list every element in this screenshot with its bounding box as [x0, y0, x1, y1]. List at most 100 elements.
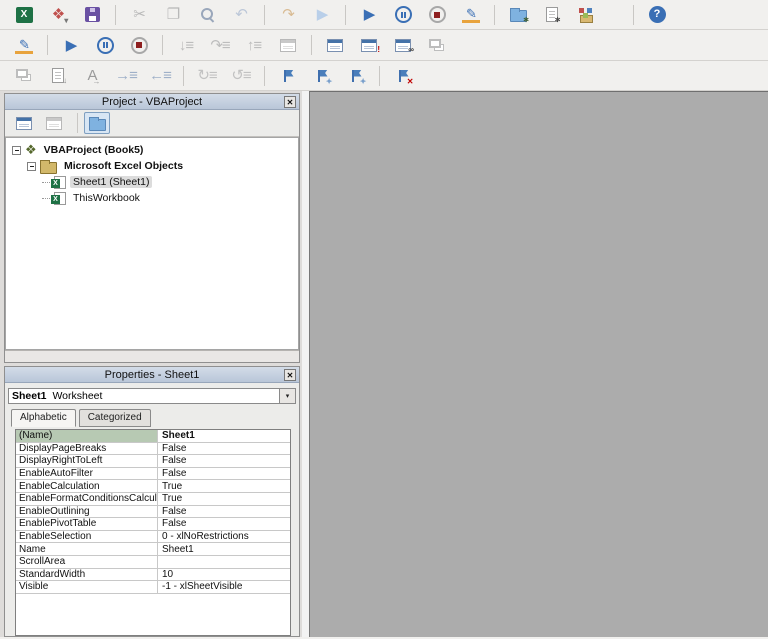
- property-value[interactable]: False: [158, 518, 290, 529]
- edit-toolbar: ↓ A → →≡ ←≡ ↻≡ ↺≡ ✦ ✦ ✕: [0, 61, 768, 91]
- tab-categorized[interactable]: Categorized: [78, 409, 151, 427]
- tree-expander-icon[interactable]: [27, 161, 36, 171]
- properties-window-button[interactable]: ∗: [539, 3, 565, 27]
- view-excel-icon: X: [15, 6, 33, 23]
- property-name: DisplayRightToLeft: [16, 455, 158, 467]
- step-out-button: ↑≡: [241, 33, 267, 57]
- property-name: EnableOutlining: [16, 505, 158, 518]
- property-name: (Name): [16, 430, 158, 442]
- dock-resize-gap[interactable]: [302, 91, 309, 637]
- property-row[interactable]: (Name) Sheet1: [16, 430, 290, 443]
- next-bookmark-button[interactable]: ✦: [309, 64, 335, 88]
- property-name: EnableCalculation: [16, 480, 158, 492]
- view-code-icon: [16, 116, 32, 130]
- step-into-button: ↓≡: [173, 33, 199, 57]
- project-explorer-button[interactable]: ∗: [505, 3, 531, 27]
- outdent-icon: ←≡: [149, 67, 172, 84]
- property-row[interactable]: EnableOutlining False: [16, 505, 290, 519]
- previous-bookmark-button[interactable]: ✦: [343, 64, 369, 88]
- watch-window-button[interactable]: ∞: [390, 33, 416, 57]
- property-name: EnablePivotTable: [16, 518, 158, 530]
- property-value[interactable]: 10: [158, 569, 290, 580]
- close-icon[interactable]: ✕: [284, 369, 296, 381]
- tree-item[interactable]: ThisWorkbook: [6, 190, 298, 206]
- close-icon[interactable]: ✕: [284, 96, 296, 108]
- break-button[interactable]: [390, 3, 416, 27]
- project-explorer-icon: ∗: [509, 8, 530, 24]
- design-mode-button[interactable]: ✎: [11, 33, 37, 57]
- property-value[interactable]: False: [158, 468, 290, 479]
- worksheet-icon: [51, 175, 66, 189]
- property-row[interactable]: Name Sheet1: [16, 543, 290, 556]
- tree-item[interactable]: Sheet1 (Sheet1): [6, 174, 298, 190]
- property-row[interactable]: EnablePivotTable False: [16, 518, 290, 531]
- property-row[interactable]: DisplayPageBreaks False: [16, 442, 290, 456]
- call-stack-button: [275, 33, 301, 57]
- help-button[interactable]: ?: [644, 3, 670, 27]
- property-value[interactable]: False: [158, 443, 290, 454]
- view-object-button[interactable]: [41, 112, 67, 134]
- property-value[interactable]: True: [158, 493, 290, 504]
- list-constants-icon: ↓: [52, 68, 67, 85]
- design-mode-button[interactable]: ✎: [458, 3, 484, 27]
- property-value[interactable]: -1 - xlSheetVisible: [158, 581, 290, 592]
- chevron-down-icon[interactable]: ▾: [279, 389, 295, 403]
- run-button[interactable]: ▶: [58, 33, 84, 57]
- property-row[interactable]: EnableCalculation True: [16, 480, 290, 493]
- design-mode-icon: ✎: [462, 6, 480, 23]
- break-button[interactable]: [92, 33, 118, 57]
- property-row[interactable]: ScrollArea: [16, 555, 290, 569]
- view-excel-button[interactable]: X: [11, 3, 37, 27]
- tab-alphabetic[interactable]: Alphabetic: [11, 409, 76, 427]
- properties-panel-titlebar[interactable]: Properties - Sheet1 ✕: [5, 367, 299, 383]
- property-row[interactable]: EnableAutoFilter False: [16, 467, 290, 481]
- property-name: StandardWidth: [16, 568, 158, 581]
- tree-expander-icon[interactable]: [12, 145, 21, 155]
- break-icon: [394, 6, 412, 23]
- reset-button[interactable]: [126, 33, 152, 57]
- toolbar-separator: [47, 35, 48, 55]
- property-value[interactable]: 0 - xlNoRestrictions: [158, 531, 290, 542]
- property-value[interactable]: True: [158, 481, 290, 492]
- uncomment-block-icon: ↺≡: [231, 67, 251, 84]
- list-properties-button: [11, 64, 37, 88]
- toggle-bookmark-button[interactable]: [275, 64, 301, 88]
- insert-userform-button[interactable]: ❖ ▾: [45, 3, 71, 27]
- locals-window-icon: [327, 38, 343, 52]
- save-button[interactable]: [79, 3, 105, 27]
- standard-toolbar: X ❖ ▾ ✂ ❐ ↶ ↷ ▶ ▶ ✎ ∗ ∗?: [0, 0, 768, 30]
- property-row[interactable]: StandardWidth 10: [16, 568, 290, 582]
- run-sub-button: ▶: [309, 3, 335, 27]
- immediate-window-button[interactable]: !: [356, 33, 382, 57]
- tree-item[interactable]: ❖ VBAProject (Book5): [6, 142, 298, 158]
- property-value[interactable]: False: [158, 455, 290, 466]
- toolbar-separator: [264, 4, 265, 25]
- property-value[interactable]: False: [158, 506, 290, 517]
- object-browser-button[interactable]: [573, 3, 599, 27]
- project-tree-hscrollbar[interactable]: [5, 350, 299, 362]
- toggle-folders-button[interactable]: [84, 112, 110, 134]
- toolbar-separator: [264, 65, 265, 86]
- tree-item[interactable]: Microsoft Excel Objects: [6, 158, 298, 174]
- reset-button[interactable]: [424, 3, 450, 27]
- tree-item-label: Microsoft Excel Objects: [64, 160, 184, 172]
- run-button[interactable]: ▶: [356, 3, 382, 27]
- property-row[interactable]: EnableFormatConditionsCalculationTrue: [16, 492, 290, 506]
- property-row[interactable]: EnableSelection 0 - xlNoRestrictions: [16, 530, 290, 544]
- properties-grid: (Name) Sheet1 DisplayPageBreaks False Displa…: [15, 429, 291, 636]
- property-name: EnableSelection: [16, 530, 158, 543]
- clear-bookmarks-button[interactable]: ✕: [390, 64, 416, 88]
- help-icon: ?: [648, 6, 666, 23]
- reset-icon: [428, 6, 446, 23]
- property-row[interactable]: Visible -1 - xlSheetVisible: [16, 581, 290, 594]
- find-button[interactable]: [194, 3, 220, 27]
- undo-icon: ↶: [235, 6, 248, 23]
- view-code-button[interactable]: [11, 112, 37, 134]
- property-value[interactable]: Sheet1: [158, 430, 290, 441]
- project-panel-titlebar[interactable]: Project - VBAProject ✕: [5, 94, 299, 110]
- property-row[interactable]: DisplayRightToLeft False: [16, 455, 290, 468]
- locals-window-button[interactable]: [322, 33, 348, 57]
- object-selector[interactable]: Sheet1 Worksheet ▾: [8, 388, 296, 404]
- complete-word-icon: A →: [87, 67, 101, 86]
- property-value[interactable]: Sheet1: [158, 544, 290, 555]
